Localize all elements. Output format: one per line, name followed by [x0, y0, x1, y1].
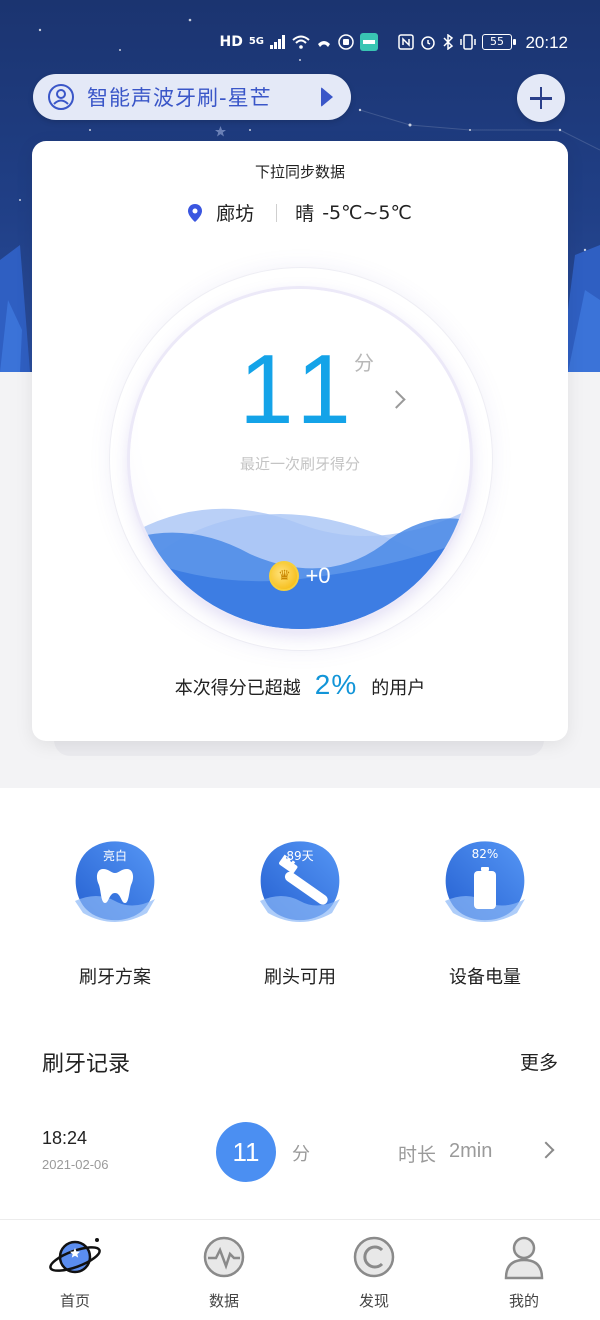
weather-divider — [276, 203, 278, 222]
ranking-suffix: 的用户 — [371, 678, 426, 699]
latest-score: 11 — [239, 334, 361, 444]
feature-blob: 亮白 — [67, 833, 163, 929]
ranking-percent: 2% — [314, 669, 358, 700]
hand-icon — [338, 34, 354, 50]
nav-label: 我的 — [508, 1292, 539, 1310]
nav-label: 首页 — [59, 1292, 90, 1310]
nfc-icon — [398, 34, 414, 50]
nav-label: 发现 — [358, 1292, 389, 1310]
feature-brushing-plan[interactable]: 亮白 刷牙方案 — [60, 833, 170, 989]
profile-icon — [504, 1236, 544, 1280]
record-duration-value: 2min — [449, 1140, 493, 1162]
clock: 20:12 — [525, 33, 568, 52]
hd-indicator: HD — [219, 34, 243, 50]
nav-home[interactable]: 首页 — [25, 1234, 125, 1311]
record-date: 2021-02-06 — [42, 1157, 109, 1172]
user-circle-icon — [48, 84, 74, 110]
coin-count: +0 — [305, 563, 331, 588]
alarm-icon — [421, 36, 435, 50]
chevron-right-icon — [537, 1141, 555, 1159]
location-pin-icon — [188, 203, 203, 222]
record-duration-label: 时长 — [398, 1144, 437, 1166]
score-caption: 最近一次刷牙得分 — [239, 455, 360, 473]
feature-brush-head[interactable]: 89天 刷头可用 — [245, 833, 355, 989]
records-title: 刷牙记录 — [42, 1052, 131, 1077]
vibrate-icon — [460, 34, 476, 50]
device-selector[interactable]: 智能声波牙刷-星芒 — [33, 74, 351, 120]
weather-condition: 晴 — [295, 203, 315, 225]
boss-app-icon — [360, 33, 378, 51]
weather-row: 廊坊 晴 -5℃~5℃ — [32, 199, 568, 226]
feature-badge: 亮白 — [102, 849, 127, 863]
nav-discover[interactable]: 发现 — [324, 1234, 424, 1311]
nav-profile[interactable]: 我的 — [474, 1234, 574, 1311]
feature-label: 刷牙方案 — [79, 967, 151, 988]
records-more-link[interactable]: 更多 — [520, 1048, 558, 1075]
bottom-navigation: 首页 数据 发现 我的 — [0, 1219, 600, 1320]
city-name: 廊坊 — [216, 203, 255, 225]
call-icon — [318, 41, 330, 47]
bluetooth-icon — [443, 34, 454, 50]
network-indicator: 5G — [248, 36, 264, 47]
status-bar: HD 5G 55 20:12 — [0, 28, 600, 62]
pulse-icon — [203, 1236, 245, 1278]
feature-badge: 82% — [471, 847, 499, 861]
status-icons: HD 5G 55 — [219, 32, 516, 52]
discover-icon — [353, 1236, 395, 1278]
score-unit: 分 — [354, 351, 374, 375]
nav-data[interactable]: 数据 — [174, 1234, 274, 1311]
record-time: 18:24 — [42, 1128, 88, 1148]
add-device-button[interactable] — [517, 74, 565, 122]
temperature-range: -5℃~5℃ — [322, 201, 412, 224]
record-score-badge: 11 — [216, 1122, 276, 1182]
nav-label: 数据 — [208, 1292, 239, 1310]
coin-reward: ♛ +0 — [130, 561, 470, 591]
feature-battery[interactable]: 82% 设备电量 — [430, 833, 540, 989]
feature-label: 设备电量 — [449, 967, 521, 988]
planet-icon — [49, 1238, 101, 1274]
ranking-prefix: 本次得分已超越 — [174, 678, 301, 699]
record-score-unit: 分 — [292, 1144, 310, 1165]
battery-indicator: 55 — [482, 34, 516, 50]
feature-badge: 89天 — [286, 849, 314, 863]
ranking-text: 本次得分已超越 2% 的用户 — [32, 669, 568, 701]
app-root: HD 5G 55 20:12 智能声波牙刷-星芒 下拉同步数据 廊坊 晴 -5℃… — [0, 0, 600, 1320]
wifi-icon — [292, 35, 310, 49]
feature-label: 刷头可用 — [264, 967, 336, 988]
play-arrow-icon — [321, 87, 333, 107]
feature-blob: 89天 — [252, 833, 348, 929]
score-card: 下拉同步数据 廊坊 晴 -5℃~5℃ 11 分 最近一次刷牙得分 ♛ +0 本次… — [32, 141, 568, 741]
pull-to-sync-hint: 下拉同步数据 — [254, 163, 345, 181]
device-name: 智能声波牙刷-星芒 — [87, 86, 272, 110]
signal-icon — [270, 35, 285, 49]
crown-coin-icon: ♛ — [269, 561, 300, 591]
feature-blob: 82% — [437, 833, 533, 929]
